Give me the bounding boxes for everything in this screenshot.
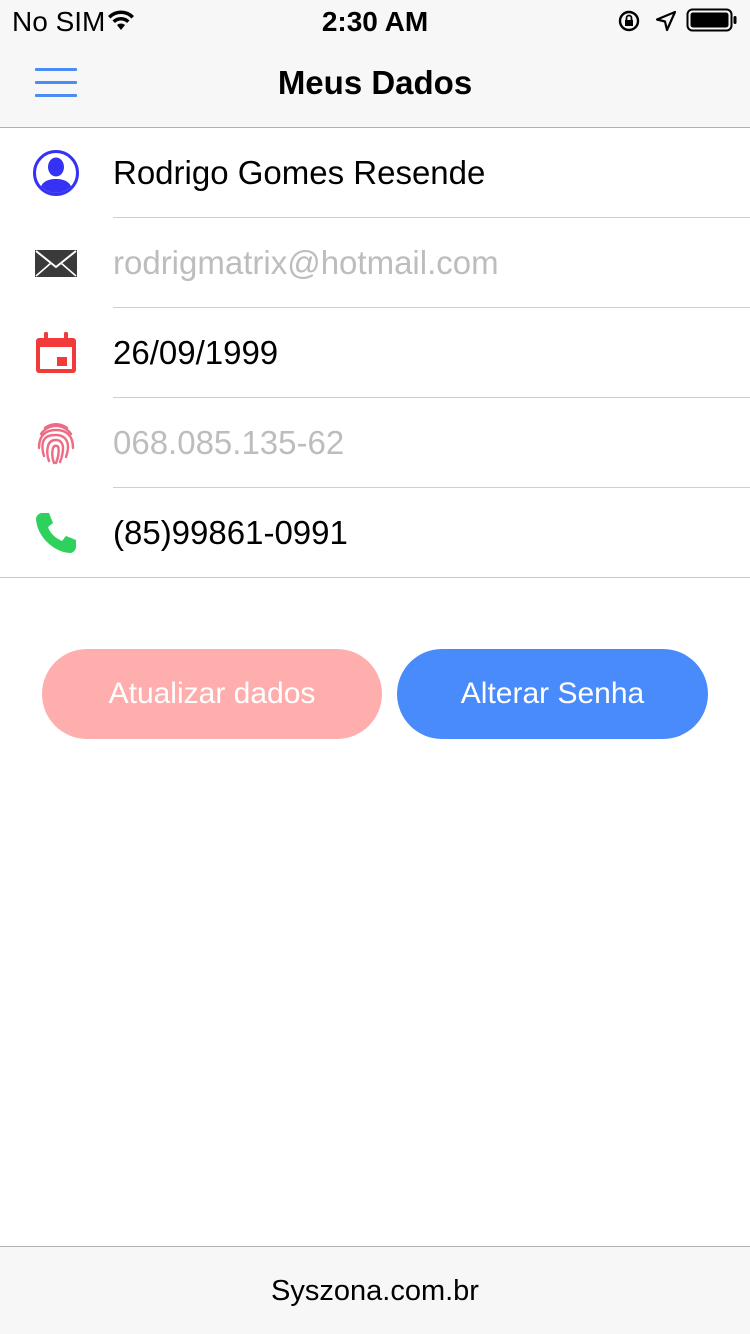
phone-icon [36, 513, 76, 553]
birthdate-row[interactable]: 26/09/1999 [0, 308, 750, 398]
row-divider [0, 577, 750, 578]
battery-icon [686, 8, 737, 32]
page-title: Meus Dados [277, 64, 473, 101]
email-row[interactable]: rodrigmatrix@hotmail.com [0, 218, 750, 308]
phone-row[interactable]: (85)99861-0991 [0, 488, 750, 578]
orientation-lock-icon [618, 10, 640, 32]
name-row[interactable]: Rodrigo Gomes Resende [0, 128, 750, 218]
top-bar: No SIM 2:30 AM Meus Dados [0, 0, 750, 128]
screen: No SIM 2:30 AM Meus Dados Rodrigo Gomes … [0, 0, 750, 1334]
footer: Syszona.com.br [0, 1246, 750, 1334]
phone-value: (85)99861-0991 [113, 514, 348, 551]
footer-text: Syszona.com.br [271, 1275, 479, 1307]
cpf-row[interactable]: 068.085.135-62 [0, 398, 750, 488]
fingerprint-icon [37, 423, 75, 465]
email-value: rodrigmatrix@hotmail.com [113, 244, 499, 281]
envelope-icon [35, 250, 77, 277]
cpf-value: 068.085.135-62 [113, 424, 345, 461]
name-value: Rodrigo Gomes Resende [113, 154, 486, 191]
birthdate-value: 26/09/1999 [113, 334, 279, 371]
location-arrow-icon [655, 10, 677, 32]
user-avatar-icon [33, 150, 79, 196]
calendar-icon [36, 332, 76, 373]
update-data-button[interactable]: Atualizar dados [42, 649, 382, 739]
change-password-button[interactable]: Alterar Senha [397, 649, 708, 739]
